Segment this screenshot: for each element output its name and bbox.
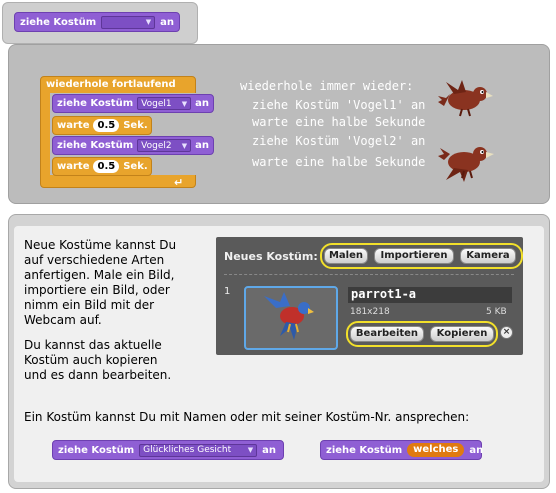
block-label: ziehe Kostüm: [20, 16, 97, 28]
close-icon[interactable]: ×: [500, 326, 513, 339]
forever-label: wiederhole fortlaufend: [46, 79, 176, 90]
new-costume-description: Neue Kostüme kannst Du auf verschiedene …: [24, 238, 177, 327]
chevron-down-icon: ▼: [181, 99, 188, 108]
import-button[interactable]: Importieren: [374, 248, 454, 264]
block-suffix: an: [160, 16, 174, 28]
chevron-down-icon: ▼: [247, 446, 254, 454]
costume-dropdown[interactable]: ▼: [101, 15, 156, 29]
wait-seconds-input[interactable]: 0.5: [93, 119, 120, 132]
parrot-icon: [264, 292, 314, 340]
explanation-line-2: ziehe Kostüm 'Vogel1' an: [252, 98, 426, 112]
explanation-line-4: ziehe Kostüm 'Vogel2' an: [252, 134, 426, 148]
costume-dropdown[interactable]: Vogel2 ▼: [137, 139, 192, 152]
copy-costume-description: Du kannst das aktuelle Kostüm auch kopie…: [24, 338, 172, 382]
switch-costume-block[interactable]: ziehe Kostüm ▼ an: [14, 12, 180, 32]
camera-button[interactable]: Kamera: [460, 248, 516, 264]
explanation-line-1: wiederhole immer wieder:: [240, 79, 414, 93]
bird-vogel2-image: [438, 147, 494, 182]
costume-size: 5 KB: [486, 307, 507, 317]
new-costume-header: Neues Kostüm:: [224, 250, 318, 263]
wait-seconds-input[interactable]: 0.5: [93, 160, 120, 173]
costume-number-reporter[interactable]: welches: [407, 443, 465, 457]
switch-costume-by-name-block[interactable]: ziehe Kostüm Glückliches Gesicht ▼ an: [52, 440, 284, 460]
bird-vogel1-image: [438, 80, 493, 117]
costume-thumbnail[interactable]: [244, 286, 338, 350]
edit-button[interactable]: Bearbeiten: [350, 326, 424, 342]
switch-costume-block-vogel1[interactable]: ziehe Kostüm Vogel1 ▼ an: [52, 94, 214, 113]
address-costume-text: Ein Kostüm kannst Du mit Namen oder mit …: [24, 410, 470, 424]
costume-item-number: 1: [224, 286, 231, 297]
switch-costume-block-vogel2[interactable]: ziehe Kostüm Vogel2 ▼ an: [52, 136, 214, 155]
explanation-line-3: warte eine halbe Sekunde: [252, 115, 426, 129]
paint-button[interactable]: Malen: [324, 248, 368, 264]
costume-dropdown[interactable]: Glückliches Gesicht ▼: [139, 443, 258, 457]
costume-dimensions: 181x218: [350, 307, 390, 317]
costume-panel-divider: [224, 274, 514, 275]
switch-costume-by-number-block[interactable]: ziehe Kostüm welches an: [320, 440, 483, 460]
wait-block-2[interactable]: warte 0.5 Sek.: [52, 157, 152, 176]
loop-arrow-icon: ↵: [174, 176, 184, 189]
wait-block-1[interactable]: warte 0.5 Sek.: [52, 116, 152, 135]
explanation-line-5: warte eine halbe Sekunde: [252, 155, 426, 169]
chevron-down-icon: ▼: [145, 18, 152, 26]
costume-name-field[interactable]: parrot1-a: [348, 287, 512, 303]
costume-dropdown[interactable]: Vogel1 ▼: [137, 97, 192, 110]
chevron-down-icon: ▼: [181, 141, 188, 150]
copy-button[interactable]: Kopieren: [430, 326, 494, 342]
